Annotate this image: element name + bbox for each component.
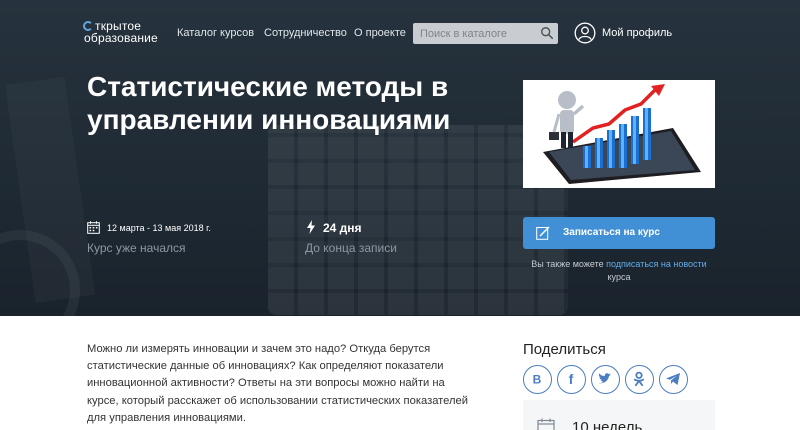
lightning-icon [307, 220, 315, 234]
calendar-icon [537, 418, 555, 430]
profile-link[interactable]: Мой профиль [602, 27, 672, 39]
odnoklassniki-icon [633, 371, 645, 387]
search-icon[interactable] [540, 26, 554, 40]
share-odnoklassniki-button[interactable] [625, 365, 654, 394]
course-title: Статистические методы в управлении иннов… [87, 71, 451, 135]
enroll-button-label: Записаться на курс [563, 227, 660, 238]
share-heading: Поделиться [523, 341, 606, 358]
svg-text:f: f [569, 371, 574, 387]
course-hero: ткрытое образование Каталог курсов Сотру… [0, 0, 800, 316]
top-navigation: ткрытое образование Каталог курсов Сотру… [0, 0, 800, 64]
businessman-growth-chart-illustration [523, 80, 715, 188]
calendar-icon [87, 221, 100, 234]
twitter-icon [598, 373, 611, 384]
course-duration: 10 недель [572, 419, 643, 430]
days-remaining: 24 дня [323, 221, 362, 235]
user-profile-icon[interactable] [574, 22, 596, 44]
logo-line2: образование [84, 31, 158, 45]
course-status: Курс уже начался [87, 241, 186, 255]
vk-icon: B [533, 373, 542, 387]
enroll-button[interactable]: Записаться на курс [523, 217, 715, 249]
nav-link-catalog[interactable]: Каталог курсов [177, 27, 254, 39]
subscribe-note-tail: курса [607, 272, 631, 282]
subscribe-note: Вы также можете подписаться на новости к… [523, 258, 715, 284]
enrollment-deadline-label: До конца записи [305, 241, 397, 255]
course-cover-image [523, 80, 715, 188]
svg-text:B: B [533, 373, 542, 387]
catalog-search [413, 23, 558, 44]
share-vk-button[interactable]: B [523, 365, 552, 394]
edit-icon [536, 226, 550, 240]
course-dates: 12 марта - 13 мая 2018 г. [107, 223, 211, 233]
logo-o-icon [83, 21, 93, 31]
share-telegram-button[interactable] [659, 365, 688, 394]
subscribe-note-text: Вы также можете [531, 259, 607, 269]
subscribe-news-link[interactable]: подписаться на новости [606, 259, 707, 269]
site-logo[interactable]: ткрытое образование [83, 20, 158, 45]
nav-link-about[interactable]: О проекте [354, 27, 406, 39]
search-input[interactable] [413, 23, 538, 44]
nav-link-partnership[interactable]: Сотрудничество [264, 27, 347, 39]
facebook-icon: f [569, 371, 574, 387]
course-duration-card: 10 недель [523, 400, 715, 430]
share-twitter-button[interactable] [591, 365, 620, 394]
course-description: Можно ли измерять инновации и зачем это … [87, 343, 469, 424]
telegram-icon [666, 373, 680, 385]
share-facebook-button[interactable]: f [557, 365, 586, 394]
